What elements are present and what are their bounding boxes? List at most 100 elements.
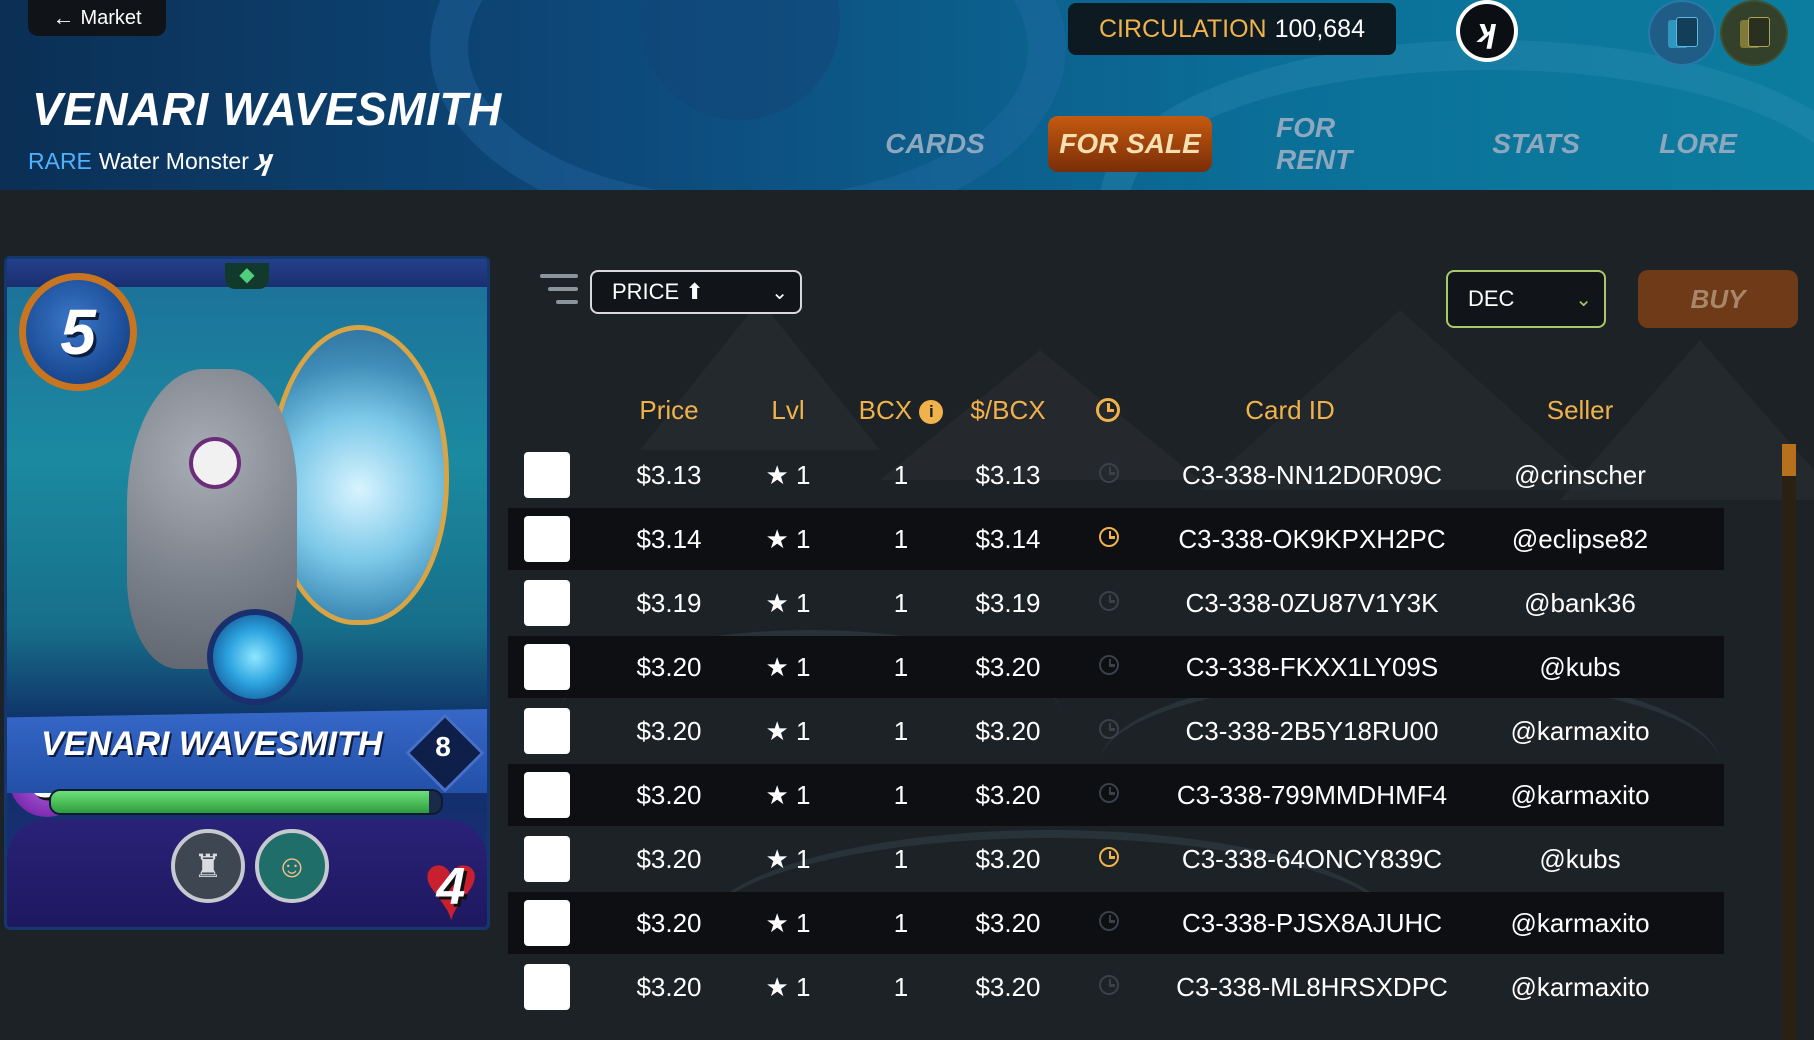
summoner-ability-icon[interactable]: ☺ [255, 829, 329, 903]
row-card-id[interactable]: C3-338-64ONCY839C [1162, 828, 1462, 890]
clock-icon[interactable] [1096, 398, 1120, 422]
row-select-checkbox[interactable] [524, 964, 570, 1010]
info-icon[interactable]: i [919, 400, 944, 424]
row-seller[interactable]: @karmaxito [1470, 700, 1690, 762]
tab-stats[interactable]: STATS [1488, 116, 1584, 172]
row-seller[interactable]: @karmaxito [1470, 956, 1690, 1018]
row-card-id[interactable]: C3-338-OK9KPXH2PC [1162, 508, 1462, 570]
water-orb-icon [207, 609, 303, 705]
tab-for-sale[interactable]: FOR SALE [1048, 116, 1212, 172]
row-card-id[interactable]: C3-338-FKXX1LY09S [1162, 636, 1462, 698]
scrollbar-track[interactable] [1782, 444, 1796, 1040]
table-row[interactable]: $3.20 ★ 1 1 $3.20 C3-338-2B5Y18RU00 @karmaxit… [508, 700, 1724, 762]
row-seller[interactable]: @karmaxito [1470, 892, 1690, 954]
currency-select[interactable]: DEC ⌄ [1446, 270, 1606, 328]
clock-icon [1099, 847, 1119, 867]
row-select-checkbox[interactable] [524, 772, 570, 818]
clock-icon [1099, 591, 1119, 611]
column-header-price[interactable]: Price [604, 392, 734, 428]
deck-gold-icon[interactable] [1720, 0, 1788, 66]
row-card-id[interactable]: C3-338-799MMDHMF4 [1162, 764, 1462, 826]
filter-icon[interactable] [540, 272, 578, 308]
row-card-id[interactable]: C3-338-PJSX8AJUHC [1162, 892, 1462, 954]
row-level: ★ 1 [765, 908, 811, 938]
table-row[interactable]: $3.14 ★ 1 1 $3.14 C3-338-OK9KPXH2PC @eclipse8… [508, 508, 1724, 570]
column-header-card-id[interactable]: Card ID [1180, 392, 1400, 428]
health-value: 4 [436, 858, 466, 916]
row-card-id[interactable]: C3-338-2B5Y18RU00 [1162, 700, 1462, 762]
sort-select-value: PRICE ⬆ [612, 279, 704, 304]
row-price-per-bcx: $3.13 [975, 460, 1041, 490]
row-price: $3.20 [636, 908, 702, 938]
row-select-checkbox[interactable] [524, 452, 570, 498]
row-level: ★ 1 [765, 652, 811, 682]
row-price: $3.20 [636, 780, 702, 810]
column-header-lvl[interactable]: Lvl [748, 392, 828, 428]
rarity-label: RARE [28, 147, 92, 174]
tab-lore[interactable]: LORE [1656, 116, 1740, 172]
column-header-per-bcx[interactable]: $/BCX [952, 392, 1064, 428]
circulation-badge: CIRCULATION 100,684 [1068, 3, 1396, 55]
clock-icon [1099, 911, 1119, 931]
row-select-checkbox[interactable] [524, 644, 570, 690]
row-price-per-bcx: $3.19 [975, 588, 1041, 618]
row-bcx: 1 [893, 972, 909, 1002]
table-row[interactable]: $3.19 ★ 1 1 $3.19 C3-338-0ZU87V1Y3K @bank36 [508, 572, 1724, 634]
card-art-goggles [189, 437, 241, 489]
row-card-id[interactable]: C3-338-NN12D0R09C [1162, 444, 1462, 506]
row-select-checkbox[interactable] [524, 836, 570, 882]
row-seller[interactable]: @bank36 [1470, 572, 1690, 634]
back-to-market-button[interactable]: ← Market [28, 0, 166, 36]
row-level: ★ 1 [765, 460, 811, 490]
buy-button[interactable]: BUY [1638, 270, 1798, 328]
edition-logo-icon[interactable]: ʞ [1456, 0, 1518, 62]
clock-icon [1099, 655, 1119, 675]
row-seller[interactable]: @kubs [1470, 828, 1690, 890]
table-row[interactable]: $3.20 ★ 1 1 $3.20 C3-338-ML8HRSXDPC @karmaxit… [508, 956, 1724, 1018]
row-seller[interactable]: @crinscher [1470, 444, 1690, 506]
cards-stack-icon [1740, 17, 1770, 49]
row-bcx: 1 [893, 524, 909, 554]
table-row[interactable]: $3.20 ★ 1 1 $3.20 C3-338-64ONCY839C @kubs [508, 828, 1724, 890]
column-header-bcx[interactable]: BCX i [836, 392, 966, 428]
header: ← Market VENARI WAVESMITH RARE Water Mon… [0, 0, 1814, 190]
sort-select[interactable]: PRICE ⬆ ⌄ [590, 270, 802, 314]
row-bcx: 1 [893, 652, 909, 682]
monster-card: ◆ 5 3 4 VENARI WAVESMITH 8 ♜ ☺ ♥ 4 [4, 256, 490, 930]
column-header-seller[interactable]: Seller [1470, 392, 1690, 428]
row-seller[interactable]: @kubs [1470, 636, 1690, 698]
tab-cards[interactable]: CARDS [880, 116, 990, 172]
row-select-checkbox[interactable] [524, 516, 570, 562]
tab-for-rent[interactable]: FOR RENT [1276, 112, 1416, 175]
cards-stack-icon [1668, 17, 1698, 49]
card-name: VENARI WAVESMITH [41, 725, 383, 763]
row-seller[interactable]: @karmaxito [1470, 764, 1690, 826]
row-card-id[interactable]: C3-338-ML8HRSXDPC [1162, 956, 1462, 1018]
castle-ability-icon[interactable]: ♜ [171, 829, 245, 903]
monster-type-label: Water Monster [98, 147, 249, 174]
clock-icon [1099, 527, 1119, 547]
row-price-per-bcx: $3.20 [975, 844, 1041, 874]
clock-icon [1099, 719, 1119, 739]
clock-icon [1099, 463, 1119, 483]
xp-progress-fill [51, 791, 430, 813]
deck-blue-icon[interactable] [1648, 0, 1716, 66]
row-select-checkbox[interactable] [524, 708, 570, 754]
edition-logo-glyph: ʞ [1460, 4, 1514, 58]
chevron-down-icon: ⌄ [771, 281, 788, 304]
row-price-per-bcx: $3.20 [975, 652, 1041, 682]
row-price-per-bcx: $3.20 [975, 716, 1041, 746]
row-select-checkbox[interactable] [524, 900, 570, 946]
row-select-checkbox[interactable] [524, 580, 570, 626]
table-row[interactable]: $3.20 ★ 1 1 $3.20 C3-338-799MMDHMF4 @karmaxit… [508, 764, 1724, 826]
circulation-label: CIRCULATION [1099, 14, 1267, 43]
card-level: 8 [435, 731, 451, 762]
scrollbar-thumb[interactable] [1782, 444, 1796, 476]
table-row[interactable]: $3.20 ★ 1 1 $3.20 C3-338-PJSX8AJUHC @karmaxit… [508, 892, 1724, 954]
row-level: ★ 1 [765, 844, 811, 874]
table-row[interactable]: $3.20 ★ 1 1 $3.20 C3-338-FKXX1LY09S @kubs [508, 636, 1724, 698]
row-card-id[interactable]: C3-338-0ZU87V1Y3K [1162, 572, 1462, 634]
row-price-per-bcx: $3.14 [975, 524, 1041, 554]
row-seller[interactable]: @eclipse82 [1470, 508, 1690, 570]
table-row[interactable]: $3.13 ★ 1 1 $3.13 C3-338-NN12D0R09C @crinsche… [508, 444, 1724, 506]
